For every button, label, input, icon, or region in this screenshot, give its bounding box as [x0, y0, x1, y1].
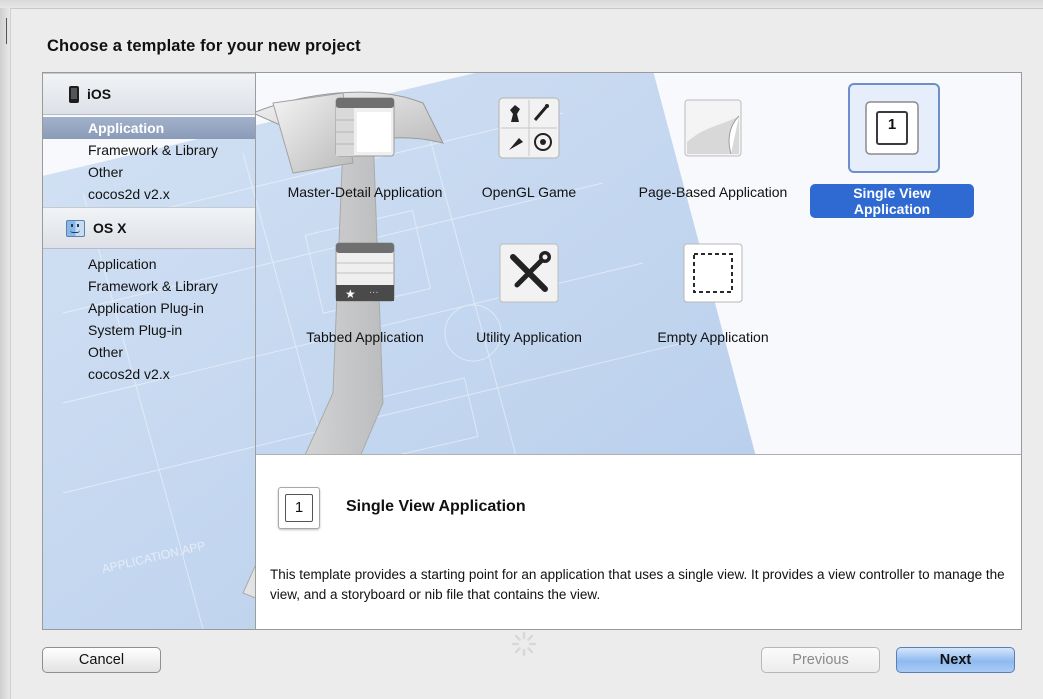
- template-empty[interactable]: Empty Application: [631, 241, 795, 381]
- template-label: Tabbed Application: [306, 329, 424, 345]
- single-view-icon-digit: 1: [887, 116, 897, 133]
- master-detail-icon: [335, 97, 395, 157]
- template-master-detail[interactable]: Master-Detail Application: [283, 96, 447, 236]
- template-label: Empty Application: [657, 329, 769, 345]
- edge-tick: [6, 18, 7, 44]
- sidebar-item-ios-application[interactable]: Application: [43, 117, 255, 139]
- sidebar-item-osx-cocos2d[interactable]: cocos2d v2.x: [43, 363, 255, 385]
- page-based-icon: [684, 99, 742, 157]
- next-button[interactable]: Next: [896, 647, 1015, 673]
- utility-icon: [499, 243, 559, 303]
- sidebar-item-ios-cocos2d[interactable]: cocos2d v2.x: [43, 183, 255, 205]
- sidebar-item-osx-application-plugin[interactable]: Application Plug-in: [43, 297, 255, 319]
- template-opengl-game[interactable]: OpenGL Game: [447, 96, 611, 236]
- template-utility[interactable]: Utility Application: [447, 241, 611, 381]
- template-label: Page-Based Application: [638, 184, 788, 200]
- svg-text:···: ···: [369, 288, 379, 299]
- sidebar-item-osx-application[interactable]: Application: [43, 253, 255, 275]
- empty-icon: [683, 243, 743, 303]
- dialog-title: Choose a template for your new project: [47, 37, 361, 55]
- template-description-panel: 1 Single View Application This template …: [256, 454, 1021, 629]
- window-left-edge: [0, 8, 11, 699]
- previous-button[interactable]: Previous: [761, 647, 880, 673]
- sidebar-section-label: OS X: [93, 220, 127, 236]
- template-panel: APPLICATION.APP iOS Application Framewor…: [42, 72, 1022, 630]
- tabbed-icon: ★ ···: [335, 242, 395, 302]
- sidebar-section-label: iOS: [87, 86, 112, 102]
- progress-spinner-icon: [511, 631, 537, 657]
- finder-icon: [66, 219, 85, 237]
- svg-text:★: ★: [345, 287, 356, 301]
- sidebar-section-ios: iOS: [43, 73, 255, 115]
- sidebar-section-osx: OS X: [43, 207, 255, 249]
- description-title: Single View Application: [346, 498, 526, 515]
- description-icon-digit: 1: [285, 494, 313, 522]
- template-label: Single View Application: [810, 184, 974, 218]
- template-category-sidebar: iOS Application Framework & Library Othe…: [43, 73, 256, 629]
- sidebar-item-ios-other[interactable]: Other: [43, 161, 255, 183]
- window-top-strip: [0, 0, 1043, 9]
- iphone-icon: [69, 85, 79, 103]
- template-single-view[interactable]: 1 Single View Application: [810, 83, 974, 236]
- cancel-button[interactable]: Cancel: [42, 647, 161, 673]
- single-view-icon: 1: [278, 487, 320, 529]
- description-text: This template provides a starting point …: [270, 567, 1005, 602]
- template-label-text: Single View Application: [810, 184, 974, 218]
- opengl-game-icon: [498, 97, 560, 159]
- sidebar-item-osx-other[interactable]: Other: [43, 341, 255, 363]
- template-tabbed[interactable]: ★ ··· Tabbed Application: [283, 241, 447, 381]
- template-label: Master-Detail Application: [287, 184, 443, 200]
- sidebar-item-ios-framework-library[interactable]: Framework & Library: [43, 139, 255, 161]
- template-label: OpenGL Game: [481, 184, 577, 200]
- sidebar-item-osx-framework-library[interactable]: Framework & Library: [43, 275, 255, 297]
- template-page-based[interactable]: Page-Based Application: [631, 96, 795, 236]
- template-label: Utility Application: [476, 329, 582, 345]
- sidebar-item-osx-system-plugin[interactable]: System Plug-in: [43, 319, 255, 341]
